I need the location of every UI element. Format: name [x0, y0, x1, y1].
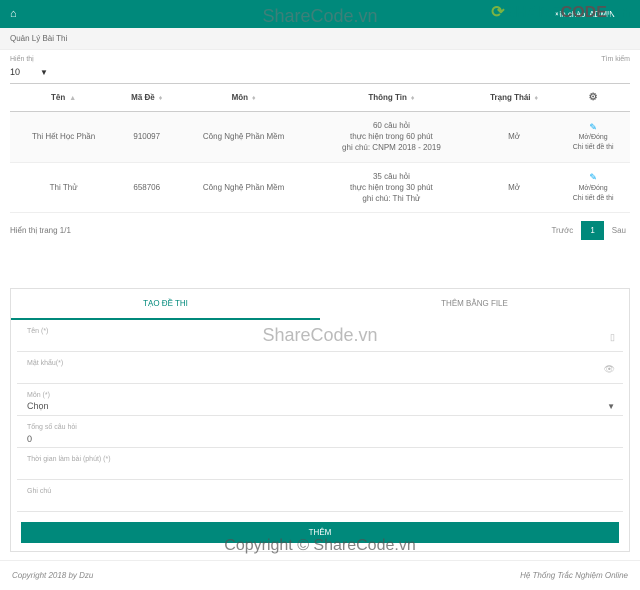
col-info[interactable]: Thông Tin♦ — [311, 84, 472, 112]
col-subject[interactable]: Môn♦ — [176, 84, 311, 112]
submit-button[interactable]: THÊM — [21, 522, 619, 543]
watermark-logo: ⟳SHARECODE.vn — [491, 2, 630, 22]
tab-create[interactable]: TẠO ĐỀ THI — [11, 289, 320, 320]
total-field[interactable]: Tổng số câu hỏi — [17, 420, 623, 448]
total-input[interactable] — [27, 433, 613, 445]
note-field[interactable]: Ghi chú — [17, 484, 623, 512]
cell-name: Thi Thử — [10, 162, 117, 213]
col-status[interactable]: Trạng Thái♦ — [472, 84, 556, 112]
name-field[interactable]: Tên (*) ▯ — [17, 324, 623, 352]
chevron-down-icon[interactable]: ▼ — [607, 402, 615, 411]
subject-select[interactable]: Chọn — [27, 401, 613, 413]
time-field[interactable]: Thời gian làm bài (phút) (*) — [17, 452, 623, 480]
cell-name: Thi Hết Học Phần — [10, 112, 117, 163]
pagination-info: Hiển thị trang 1/1 — [10, 226, 71, 235]
detail-link[interactable]: Chi tiết đề thi — [560, 194, 626, 204]
note-input[interactable] — [27, 497, 613, 509]
cell-info: 60 câu hỏi thực hiện trong 60 phút ghi c… — [311, 112, 472, 163]
toggle-link[interactable]: Mở/Đóng — [560, 133, 626, 143]
col-name[interactable]: Tên▲ — [10, 84, 117, 112]
page-title: Quản Lý Bài Thi — [0, 28, 640, 50]
prev-button[interactable]: Trước — [547, 222, 577, 239]
pencil-icon[interactable]: ✎ — [560, 121, 626, 134]
create-exam-form: TẠO ĐỀ THI THÊM BẰNG FILE ShareCode.vn T… — [10, 288, 630, 552]
cell-subject: Công Nghệ Phần Mềm — [176, 112, 311, 163]
password-field[interactable]: Mật khẩu(*) 👁 — [17, 356, 623, 384]
footer-right: Hệ Thống Trắc Nghiệm Online — [520, 571, 628, 580]
cell-code: 658706 — [117, 162, 176, 213]
time-input[interactable] — [27, 465, 613, 477]
cell-status: Mở — [472, 112, 556, 163]
col-code[interactable]: Mã Đề♦ — [117, 84, 176, 112]
cell-actions: ✎ Mở/Đóng Chi tiết đề thi — [556, 112, 630, 163]
subject-field[interactable]: Môn (*) Chọn ▼ — [17, 388, 623, 416]
col-actions: ⚙ — [556, 84, 630, 112]
eye-icon[interactable]: 👁 — [604, 364, 615, 375]
cell-actions: ✎ Mở/Đóng Chi tiết đề thi — [556, 162, 630, 213]
page-size-select[interactable]: 10 — [10, 67, 20, 77]
pencil-icon[interactable]: ✎ — [560, 171, 626, 184]
detail-link[interactable]: Chi tiết đề thi — [560, 143, 626, 153]
chevron-down-icon[interactable]: ▼ — [40, 68, 48, 77]
password-input[interactable] — [27, 369, 613, 381]
pagination: Trước 1 Sau — [547, 221, 630, 240]
table-row: Thi Thử 658706 Công Nghệ Phần Mềm 35 câu… — [10, 162, 630, 213]
clear-icon[interactable]: ▯ — [610, 332, 615, 343]
table-row: Thi Hết Học Phần 910097 Công Nghệ Phần M… — [10, 112, 630, 163]
gear-icon: ⚙ — [589, 92, 598, 103]
exam-table: Tên▲ Mã Đề♦ Môn♦ Thông Tin♦ Trạng Thái♦ … — [10, 83, 630, 213]
next-button[interactable]: Sau — [608, 222, 630, 239]
name-input[interactable] — [27, 337, 613, 349]
toggle-link[interactable]: Mở/Đóng — [560, 184, 626, 194]
cell-subject: Công Nghệ Phần Mềm — [176, 162, 311, 213]
tab-file[interactable]: THÊM BẰNG FILE — [320, 289, 629, 320]
cell-code: 910097 — [117, 112, 176, 163]
page-1-button[interactable]: 1 — [581, 221, 603, 240]
footer-left: Copyright 2018 by Dzu — [12, 571, 93, 580]
show-label: Hiển thị — [10, 56, 34, 63]
home-icon[interactable]: ⌂ — [10, 8, 17, 20]
cell-info: 35 câu hỏi thực hiện trong 30 phút ghi c… — [311, 162, 472, 213]
cell-status: Mở — [472, 162, 556, 213]
search-label[interactable]: Tìm kiếm — [601, 56, 630, 63]
